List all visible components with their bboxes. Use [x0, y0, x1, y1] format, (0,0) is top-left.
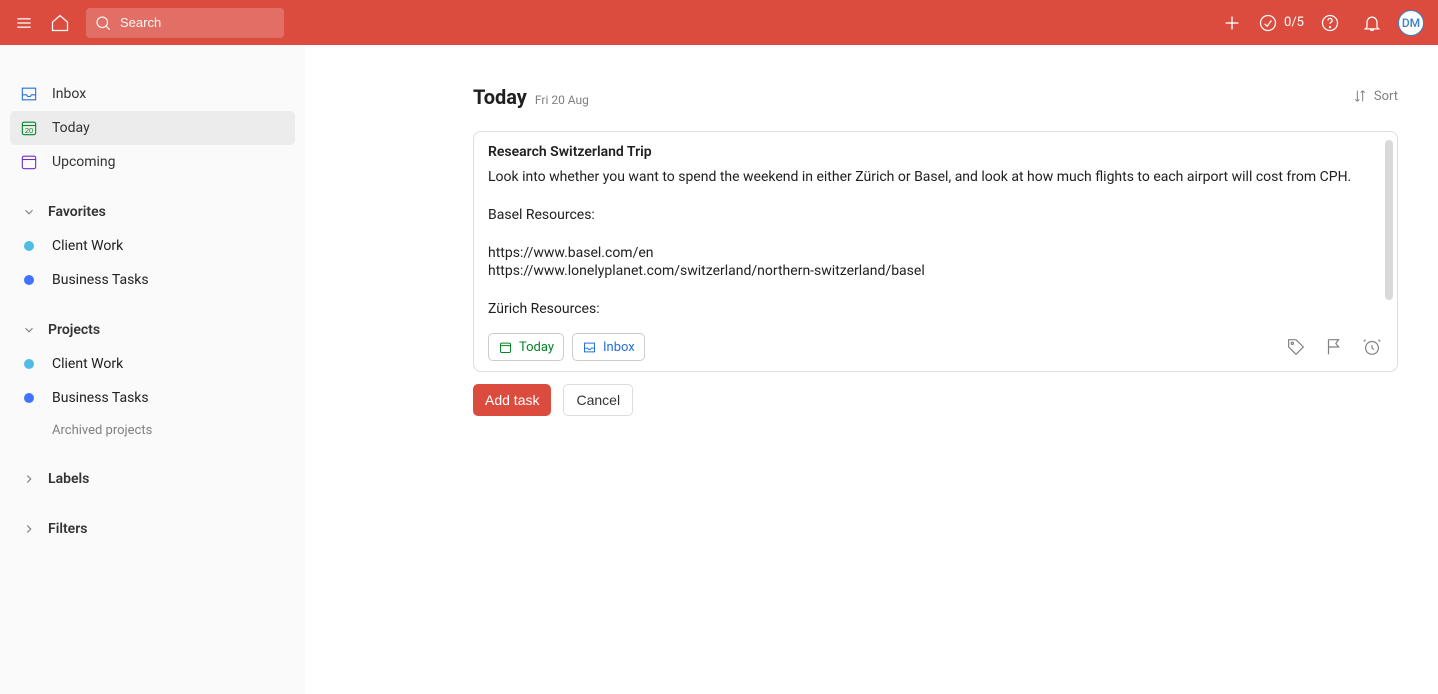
labels-section: Labels	[0, 462, 305, 496]
chevron-down-icon	[18, 323, 40, 337]
home-icon	[50, 13, 70, 33]
flag-icon[interactable]	[1323, 336, 1345, 358]
nav-today[interactable]: 20 Today	[10, 111, 295, 145]
nav-group: Inbox 20 Today Upcoming	[0, 77, 305, 179]
upcoming-icon	[18, 152, 40, 172]
search-input[interactable]	[120, 15, 276, 30]
help-button[interactable]	[1314, 7, 1346, 39]
project-dot-icon	[24, 393, 34, 403]
chevron-right-icon	[18, 522, 40, 536]
plus-icon	[1221, 12, 1243, 34]
content: Today Fri 20 Aug Sort Research Switzerla…	[305, 45, 1438, 694]
search-icon	[94, 14, 112, 32]
tag-icon[interactable]	[1285, 336, 1307, 358]
home-button[interactable]	[44, 7, 76, 39]
page-title: Today	[473, 85, 527, 109]
calendar-icon	[498, 340, 513, 355]
svg-text:20: 20	[25, 126, 33, 135]
productivity-button[interactable]: 0/5	[1258, 13, 1304, 33]
schedule-button[interactable]: Today	[488, 333, 564, 361]
scrollbar[interactable]	[1385, 140, 1393, 300]
progress-icon	[1258, 13, 1278, 33]
task-footer: Today Inbox	[488, 333, 1383, 361]
sort-icon	[1352, 88, 1368, 104]
task-description-input[interactable]: Look into whether you want to spend the …	[488, 168, 1383, 319]
topbar: 0/5 DM	[0, 0, 1438, 45]
topbar-left	[8, 7, 284, 39]
nav-inbox[interactable]: Inbox	[10, 77, 295, 111]
filters-header[interactable]: Filters	[10, 512, 295, 546]
project-dot-icon	[24, 275, 34, 285]
sidebar: Inbox 20 Today Upcoming Favorites	[0, 45, 305, 694]
menu-button[interactable]	[8, 7, 40, 39]
goal-count: 0/5	[1284, 15, 1304, 30]
project-button[interactable]: Inbox	[572, 333, 645, 361]
task-title-input[interactable]: Research Switzerland Trip	[488, 144, 1383, 160]
page-date: Fri 20 Aug	[535, 93, 589, 107]
project-label: Business Tasks	[52, 390, 149, 406]
topbar-right: 0/5 DM	[1216, 7, 1424, 39]
project-label: Inbox	[603, 340, 635, 355]
sort-button[interactable]: Sort	[1352, 88, 1398, 104]
chevron-down-icon	[18, 205, 40, 219]
project-label: Client Work	[52, 238, 123, 254]
labels-header[interactable]: Labels	[10, 462, 295, 496]
nav-label: Today	[52, 120, 90, 136]
archived-projects[interactable]: Archived projects	[10, 415, 295, 446]
proj-client-work[interactable]: Client Work	[10, 347, 295, 381]
projects-header[interactable]: Projects	[10, 313, 295, 347]
projects-section: Projects Client Work Business Tasks Arch…	[0, 313, 305, 446]
action-buttons: Add task Cancel	[473, 384, 1398, 416]
search-box[interactable]	[86, 8, 284, 38]
section-label: Favorites	[48, 204, 106, 220]
filters-section: Filters	[0, 512, 305, 546]
favorites-header[interactable]: Favorites	[10, 195, 295, 229]
project-dot-icon	[24, 241, 34, 251]
bell-icon	[1362, 13, 1382, 33]
project-label: Business Tasks	[52, 272, 149, 288]
today-icon: 20	[18, 118, 40, 138]
inbox-icon	[18, 84, 40, 104]
chevron-right-icon	[18, 472, 40, 486]
help-icon	[1320, 13, 1340, 33]
reminder-icon[interactable]	[1361, 336, 1383, 358]
schedule-label: Today	[519, 340, 554, 355]
avatar[interactable]: DM	[1398, 10, 1424, 36]
add-task-button[interactable]: Add task	[473, 384, 551, 416]
sort-label: Sort	[1374, 89, 1398, 104]
nav-upcoming[interactable]: Upcoming	[10, 145, 295, 179]
section-label: Projects	[48, 322, 100, 338]
proj-business-tasks[interactable]: Business Tasks	[10, 381, 295, 415]
add-button[interactable]	[1216, 7, 1248, 39]
section-label: Filters	[48, 521, 87, 537]
project-dot-icon	[24, 359, 34, 369]
favorites-section: Favorites Client Work Business Tasks	[0, 195, 305, 297]
task-editor: Research Switzerland Trip Look into whet…	[473, 131, 1398, 372]
section-label: Labels	[48, 471, 89, 487]
project-label: Client Work	[52, 356, 123, 372]
page-header: Today Fri 20 Aug Sort	[473, 85, 1398, 109]
nav-label: Upcoming	[52, 154, 116, 170]
task-options	[1285, 336, 1383, 358]
notifications-button[interactable]	[1356, 7, 1388, 39]
hamburger-icon	[14, 13, 34, 33]
fav-business-tasks[interactable]: Business Tasks	[10, 263, 295, 297]
main: Inbox 20 Today Upcoming Favorites	[0, 45, 1438, 694]
cancel-button[interactable]: Cancel	[563, 384, 633, 416]
inbox-icon	[582, 340, 597, 355]
fav-client-work[interactable]: Client Work	[10, 229, 295, 263]
nav-label: Inbox	[52, 86, 86, 102]
